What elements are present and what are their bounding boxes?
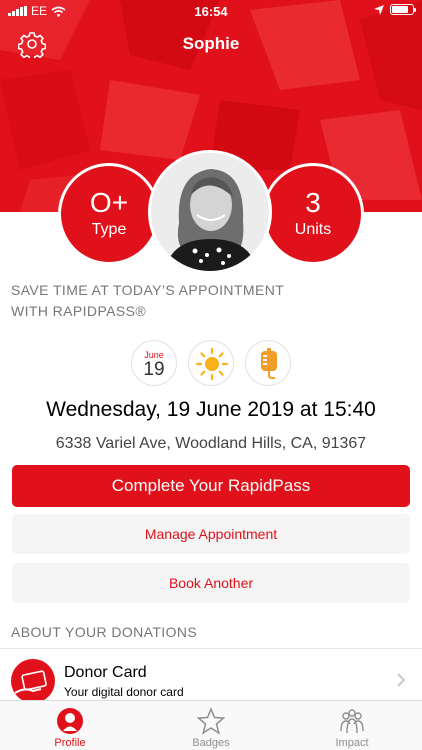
donor-card-row[interactable]: Donor Card Your digital donor card [0,648,422,703]
calendar-day: 19 [143,359,165,380]
tab-profile[interactable]: Profile [0,701,140,750]
avatar[interactable] [148,150,272,274]
tab-badges[interactable]: Badges [141,701,281,750]
sun-graphic [195,347,229,381]
blood-type-label: Type [91,221,127,238]
battery-icon [390,4,416,15]
complete-rapidpass-button[interactable]: Complete Your RapidPass [12,465,410,507]
sun-icon [188,340,234,386]
avatar-photo [151,153,269,271]
donations-heading: ABOUT YOUR DONATIONS [11,624,198,640]
location-arrow-icon [374,4,384,15]
calendar-date-icon: June 19 [131,340,177,386]
blood-type-value: O+ [89,187,129,218]
user-name-title: Sophie [182,34,240,53]
status-bar: EE 16:54 [0,0,422,22]
donor-card-graphic [14,670,47,694]
chevron-right-icon [397,673,406,687]
units-circle: 3 Units [262,163,364,265]
star-icon [197,707,225,735]
appointment-address: 6338 Variel Ave, Woodland Hills, CA, 913… [55,435,367,452]
blood-type-circle: O+ Type [58,163,160,265]
donor-card-icon [11,659,55,703]
rapidpass-heading-line2: WITH RAPIDPASS® [11,303,147,319]
donor-card-title: Donor Card [64,664,147,681]
tab-profile-label: Profile [54,737,86,749]
appointment-datetime: Wednesday, 19 June 2019 at 15:40 [46,398,376,421]
status-time: 16:54 [194,4,228,19]
status-right [374,4,416,15]
battery-fill [392,6,408,13]
manage-appointment-button[interactable]: Manage Appointment [12,514,410,554]
tab-impact[interactable]: Impact [282,701,422,750]
blood-bag-icon [245,340,291,386]
units-label: Units [294,221,332,238]
tab-impact-label: Impact [335,737,369,749]
units-value: 3 [305,187,321,218]
tab-bar: Profile Badges Impact [0,700,422,750]
rapidpass-heading-line1: SAVE TIME AT TODAY’S APPOINTMENT [11,282,285,298]
donor-card-subtitle: Your digital donor card [64,685,184,699]
tab-badges-label: Badges [192,737,230,749]
impact-icon [340,709,364,734]
rapidpass-heading: SAVE TIME AT TODAY’S APPOINTMENT WITH RA… [11,280,284,322]
blood-bag-graphic [261,348,277,379]
book-another-button[interactable]: Book Another [12,563,410,603]
profile-icon [57,708,83,734]
